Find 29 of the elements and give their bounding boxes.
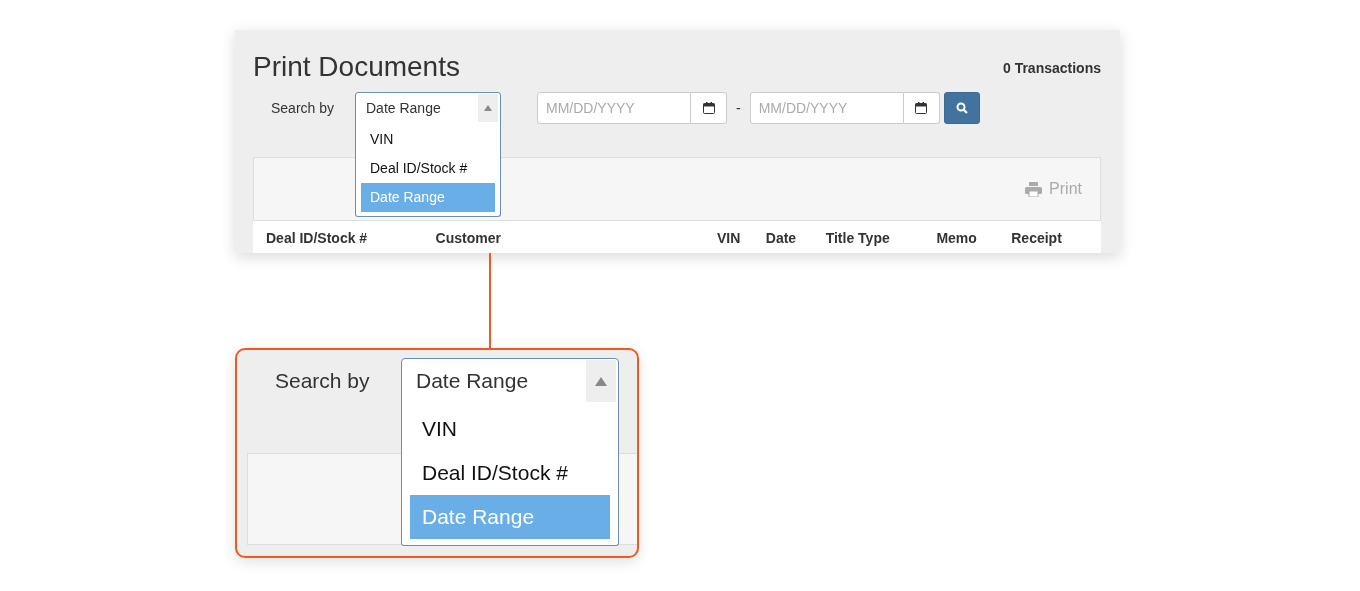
dropdown-option[interactable]: VIN (410, 407, 610, 451)
date-field[interactable]: MM/DD/YYYY (749, 92, 904, 124)
calendar-icon (915, 102, 928, 114)
caret-icon (478, 94, 498, 122)
select-field[interactable]: Date Range (355, 92, 501, 124)
column-header[interactable]: Deal ID/Stock # (266, 228, 436, 253)
column-header[interactable]: Memo (936, 228, 1012, 253)
column-header[interactable]: VIN (716, 228, 766, 253)
dropdown-option[interactable]: VIN (361, 125, 495, 154)
calendar-button[interactable] (903, 92, 940, 124)
transaction-count: 0 Transactions (1002, 59, 1101, 78)
column-header[interactable]: Receipt (1011, 228, 1101, 253)
calendar-icon (702, 102, 715, 114)
dropdown-option[interactable]: Deal ID/Stock # (410, 451, 610, 495)
calendar-button[interactable] (691, 92, 727, 124)
range-separator: - (736, 98, 741, 118)
column-header[interactable]: Title Type (825, 228, 937, 253)
search-button[interactable] (943, 92, 980, 124)
search-label: Search by (270, 98, 336, 118)
dropdown-option[interactable]: Deal ID/Stock # (361, 154, 495, 183)
page-title: Print Documents (253, 50, 460, 84)
caret-icon (586, 360, 616, 402)
column-header[interactable]: Date (765, 228, 826, 253)
select-field[interactable]: Date Range (401, 358, 619, 404)
search-label: Search by (275, 368, 371, 395)
column-header[interactable]: Customer (435, 228, 717, 253)
printer-icon (1025, 181, 1043, 197)
search-icon (955, 102, 968, 114)
date-field[interactable]: MM/DD/YYYY (537, 92, 691, 124)
